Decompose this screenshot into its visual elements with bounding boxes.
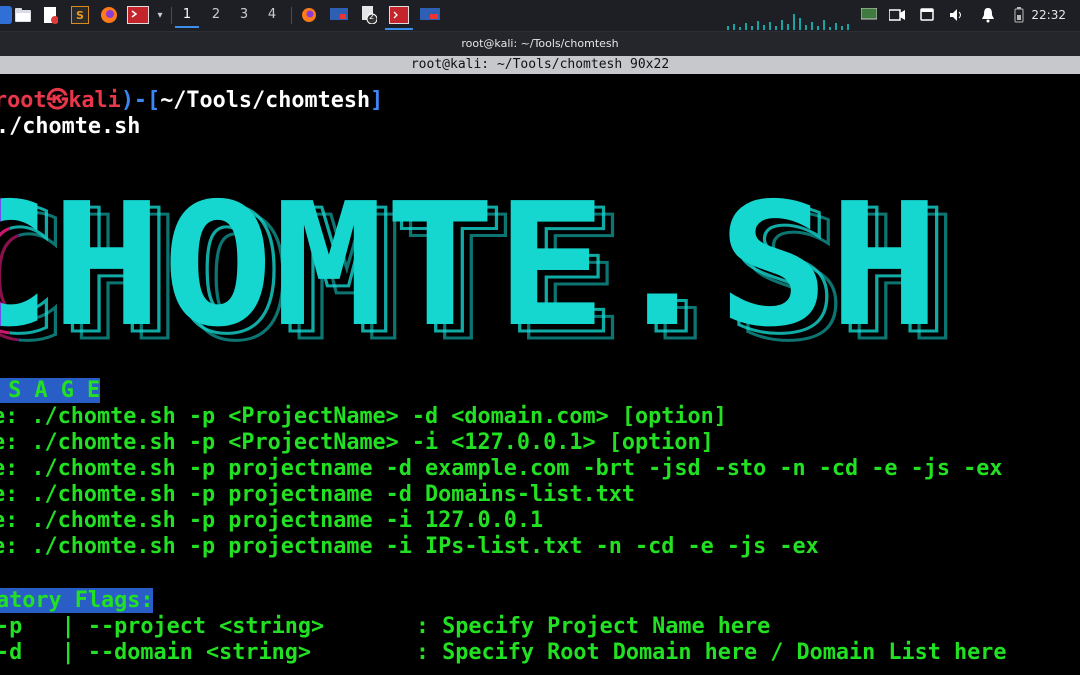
command-line: ./chomte.sh <box>0 114 140 140</box>
volume-icon[interactable] <box>948 6 966 24</box>
usage-line: e: ./chomte.sh -p <ProjectName> -d <doma… <box>0 404 727 429</box>
flag-line: -d | --domain <string> : Specify Root Do… <box>0 640 1007 665</box>
battery-icon[interactable] <box>1010 6 1028 24</box>
workspace-3[interactable]: 3 <box>232 4 256 26</box>
prompt-user: root <box>0 88 47 113</box>
file-manager-icon[interactable] <box>14 6 32 24</box>
network-graph-icon <box>727 14 849 30</box>
active-task-indicator <box>385 28 413 30</box>
top-panel: S ▾ 1 2 3 4 2 22:32 <box>0 0 1080 32</box>
taskbar-separator <box>171 7 172 24</box>
terminal-icon[interactable] <box>127 6 149 24</box>
workspace-4[interactable]: 4 <box>260 4 284 26</box>
display-icon[interactable] <box>860 6 878 24</box>
terminal-title: root@kali: ~/Tools/chomtesh 90x22 <box>0 56 1080 74</box>
workspace-1[interactable]: 1 <box>175 4 199 28</box>
camera-icon[interactable] <box>888 6 906 24</box>
workspace-2[interactable]: 2 <box>204 4 228 26</box>
prompt-host: kali <box>68 88 121 113</box>
terminal-view[interactable]: root㉿kali)-[~/Tools/chomtesh] ./chomte.s… <box>0 74 1080 675</box>
banner-text: CHOMTE.SH <box>0 184 940 354</box>
terminal-task-icon[interactable] <box>389 6 409 24</box>
kali-menu-icon[interactable] <box>0 6 12 24</box>
clock[interactable]: 22:32 <box>1031 0 1066 31</box>
notification-bell-icon[interactable] <box>979 6 997 24</box>
taskbar-separator <box>291 7 292 24</box>
usage-line: e: ./chomte.sh -p <ProjectName> -i <127.… <box>0 430 714 455</box>
prompt-symbol: ㉿ <box>46 88 69 113</box>
usage-heading: U S A G E <box>0 378 101 404</box>
prompt-path: ~/Tools/chomtesh <box>160 88 371 113</box>
usage-line: e: ./chomte.sh -p projectname -d Domains… <box>0 482 636 507</box>
document-task-icon[interactable]: 2 <box>360 6 378 24</box>
window-icon[interactable] <box>918 6 936 24</box>
window-title: root@kali: ~/Tools/chomtesh <box>0 32 1080 56</box>
text-editor-icon[interactable] <box>42 6 60 24</box>
usage-line: e: ./chomte.sh -p projectname -i 127.0.0… <box>0 508 544 533</box>
flag-line: -p | --project <string> : Specify Projec… <box>0 614 771 639</box>
window-task-icon[interactable] <box>330 6 348 24</box>
firefox-icon[interactable] <box>100 6 118 24</box>
usage-line: e: ./chomte.sh -p projectname -i IPs-lis… <box>0 534 819 559</box>
firefox-task-icon[interactable] <box>300 6 318 24</box>
chevron-down-icon[interactable]: ▾ <box>151 6 169 24</box>
sublime-icon[interactable]: S <box>71 6 89 24</box>
task-badge: 2 <box>369 12 375 21</box>
window-task-icon[interactable] <box>419 6 441 24</box>
prompt-line: root㉿kali)-[~/Tools/chomtesh] <box>0 88 383 114</box>
usage-line: e: ./chomte.sh -p projectname -d example… <box>0 456 1003 481</box>
chomtesh-banner: CHOMTE.SH CHOMTE.SH CHOMTE.SH <box>0 184 960 354</box>
command-text: ./chomte.sh <box>0 114 141 139</box>
flags-heading: atory Flags: <box>0 588 154 614</box>
